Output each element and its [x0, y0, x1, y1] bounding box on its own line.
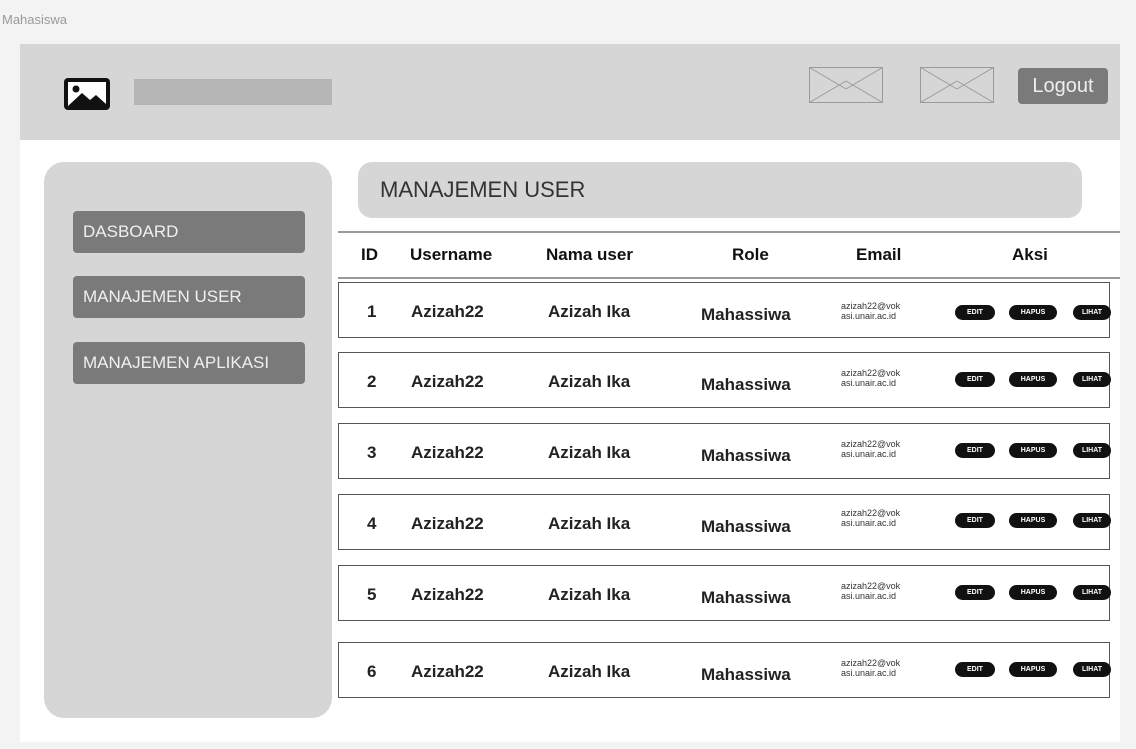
edit-button[interactable]: EDIT — [955, 662, 995, 677]
lihat-button[interactable]: LIHAT — [1073, 513, 1111, 528]
table-row: 3 Azizah22 Azizah Ika Mahassiwa azizah22… — [338, 423, 1111, 479]
email-line: asi.unair.ac.id — [841, 591, 897, 601]
cell-nama-user: Azizah Ika — [548, 302, 631, 321]
email-line: azizah22@vok — [841, 439, 901, 449]
cell-email: azizah22@vok asi.unair.ac.id — [841, 581, 900, 601]
email-line: asi.unair.ac.id — [841, 449, 897, 459]
email-line: asi.unair.ac.id — [841, 668, 897, 678]
edit-button[interactable]: EDIT — [955, 585, 995, 600]
sidebar-item-manajemen-aplikasi[interactable]: MANAJEMEN APLIKASI — [73, 342, 305, 384]
email-line: asi.unair.ac.id — [841, 518, 897, 528]
hapus-button[interactable]: HAPUS — [1009, 372, 1057, 387]
app-title-placeholder — [134, 79, 332, 105]
cell-role: Mahassiwa — [701, 375, 791, 394]
cell-nama-user: Azizah Ika — [548, 443, 631, 462]
email-line: azizah22@vok — [841, 368, 901, 378]
lihat-button[interactable]: LIHAT — [1073, 443, 1111, 458]
column-header-nama-user: Nama user — [546, 245, 633, 264]
cell-role: Mahassiwa — [701, 446, 791, 465]
cell-nama-user: Azizah Ika — [548, 372, 631, 391]
cell-id: 5 — [367, 585, 377, 604]
table-row: 4 Azizah22 Azizah Ika Mahassiwa azizah22… — [338, 494, 1111, 550]
cell-id: 2 — [367, 372, 377, 391]
email-line: asi.unair.ac.id — [841, 378, 897, 388]
cell-id: 4 — [367, 514, 377, 533]
email-line: azizah22@vok — [841, 581, 901, 591]
hapus-button[interactable]: HAPUS — [1009, 443, 1057, 458]
app-frame: Logout DASBOARD MANAJEMEN USER MANAJEMEN… — [20, 44, 1120, 742]
lihat-button[interactable]: LIHAT — [1073, 585, 1111, 600]
image-placeholder-icon — [809, 67, 883, 103]
edit-button[interactable]: EDIT — [955, 513, 995, 528]
column-header-username: Username — [410, 245, 493, 264]
edit-button[interactable]: EDIT — [955, 372, 995, 387]
page-title: MANAJEMEN USER — [358, 162, 1082, 218]
cell-username: Azizah22 — [411, 514, 484, 533]
frame-title: Mahasiswa — [2, 12, 68, 27]
cell-username: Azizah22 — [411, 302, 484, 321]
cell-username: Azizah22 — [411, 372, 484, 391]
cell-role: Mahassiwa — [701, 305, 791, 324]
table-row: 6 Azizah22 Azizah Ika Mahassiwa azizah22… — [338, 642, 1111, 698]
table-row: 2 Azizah22 Azizah Ika Mahassiwa azizah22… — [338, 352, 1111, 408]
cell-email: azizah22@vok asi.unair.ac.id — [841, 368, 900, 388]
cell-email: azizah22@vok asi.unair.ac.id — [841, 658, 900, 678]
column-header-aksi: Aksi — [1012, 245, 1048, 264]
logout-button[interactable]: Logout — [1018, 68, 1108, 104]
cell-username: Azizah22 — [411, 585, 484, 604]
table-header-bottom-border — [338, 277, 1120, 279]
edit-button[interactable]: EDIT — [955, 305, 995, 320]
column-header-email: Email — [856, 245, 902, 264]
email-line: azizah22@vok — [841, 301, 901, 311]
hapus-button[interactable]: HAPUS — [1009, 662, 1057, 677]
image-icon — [64, 78, 110, 110]
email-line: azizah22@vok — [841, 658, 901, 668]
image-placeholder-icon — [920, 67, 994, 103]
column-header-role: Role — [732, 245, 769, 264]
cell-role: Mahassiwa — [701, 517, 791, 536]
lihat-button[interactable]: LIHAT — [1073, 372, 1111, 387]
sidebar: DASBOARD MANAJEMEN USER MANAJEMEN APLIKA… — [44, 162, 332, 718]
cell-id: 6 — [367, 662, 377, 681]
hapus-button[interactable]: HAPUS — [1009, 513, 1057, 528]
email-line: azizah22@vok — [841, 508, 901, 518]
cell-nama-user: Azizah Ika — [548, 662, 631, 681]
table-row: 5 Azizah22 Azizah Ika Mahassiwa azizah22… — [338, 565, 1111, 621]
sidebar-item-manajemen-user[interactable]: MANAJEMEN USER — [73, 276, 305, 318]
cell-id: 1 — [367, 302, 377, 321]
hapus-button[interactable]: HAPUS — [1009, 585, 1057, 600]
lihat-button[interactable]: LIHAT — [1073, 305, 1111, 320]
sidebar-item-dasboard[interactable]: DASBOARD — [73, 211, 305, 253]
cell-username: Azizah22 — [411, 662, 484, 681]
table-header: ID Username Nama user Role Email Aksi — [338, 232, 1120, 278]
cell-email: azizah22@vok asi.unair.ac.id — [841, 439, 900, 459]
cell-email: azizah22@vok asi.unair.ac.id — [841, 301, 900, 321]
column-header-id: ID — [361, 245, 378, 264]
cell-role: Mahassiwa — [701, 588, 791, 607]
cell-nama-user: Azizah Ika — [548, 585, 631, 604]
cell-id: 3 — [367, 443, 377, 462]
lihat-button[interactable]: LIHAT — [1073, 662, 1111, 677]
edit-button[interactable]: EDIT — [955, 443, 995, 458]
email-line: asi.unair.ac.id — [841, 311, 897, 321]
hapus-button[interactable]: HAPUS — [1009, 305, 1057, 320]
cell-email: azizah22@vok asi.unair.ac.id — [841, 508, 900, 528]
cell-nama-user: Azizah Ika — [548, 514, 631, 533]
table-row: 1 Azizah22 Azizah Ika Mahassiwa azizah22… — [338, 282, 1111, 338]
cell-role: Mahassiwa — [701, 665, 791, 684]
header-bar: Logout — [20, 44, 1120, 140]
cell-username: Azizah22 — [411, 443, 484, 462]
